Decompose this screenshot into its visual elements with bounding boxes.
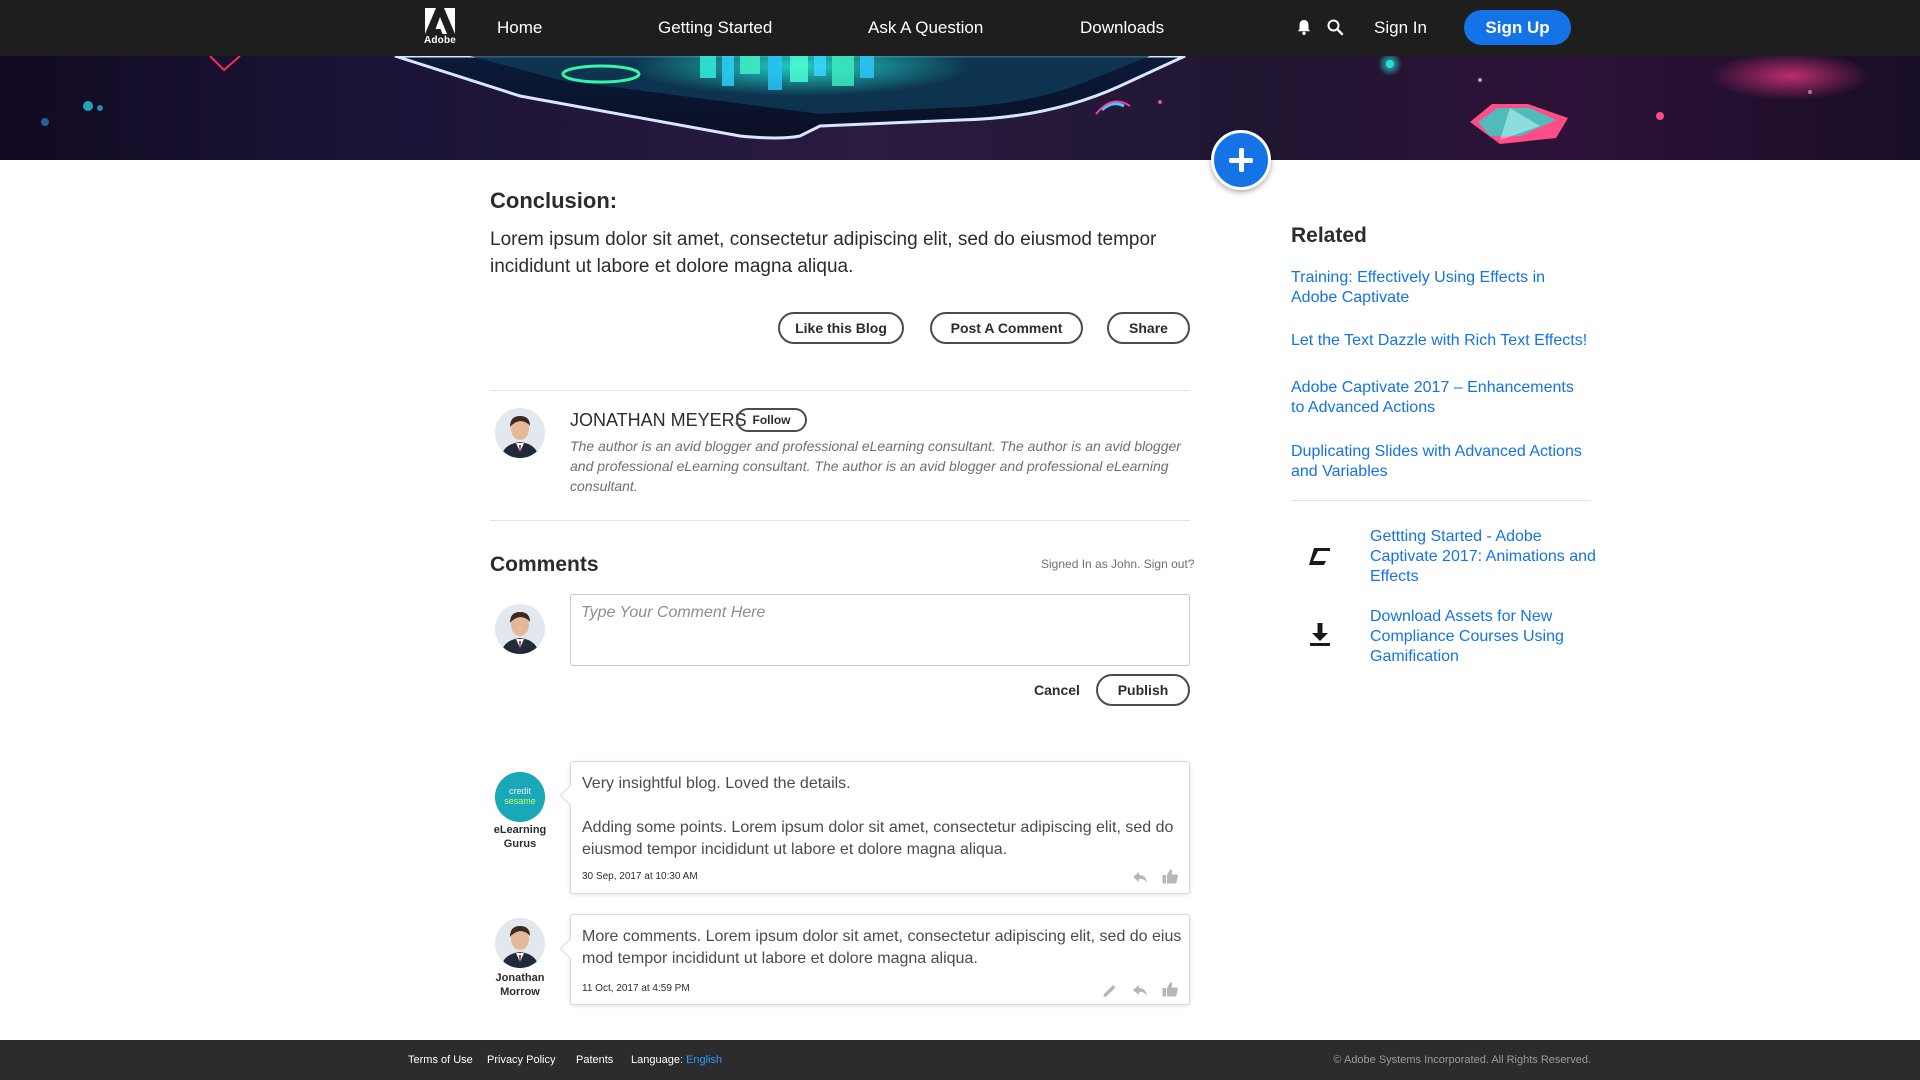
language-value-link[interactable]: English <box>686 1054 722 1066</box>
person-avatar-icon <box>495 918 545 968</box>
resource-link[interactable]: Download Assets for New Compliance Cours… <box>1370 607 1596 667</box>
comment-input[interactable] <box>570 594 1190 666</box>
svg-text:sesame: sesame <box>504 796 536 806</box>
divider <box>1291 500 1591 501</box>
footer: Terms of Use Privacy Policy Patents Lang… <box>0 1040 1920 1080</box>
comment-text: Adding some points. Lorem ipsum dolor si… <box>582 819 1174 858</box>
copyright-text: © Adobe Systems Incorporated. All Rights… <box>1333 1054 1591 1066</box>
add-plus-button[interactable] <box>1211 130 1271 190</box>
signed-in-status-link[interactable]: Signed In as John. Sign out? <box>1041 557 1194 571</box>
current-user-avatar <box>495 604 545 654</box>
conclusion-paragraph: Lorem ipsum dolor sit amet, consectetur … <box>490 229 1157 277</box>
comments-heading: Comments <box>490 553 599 576</box>
author-avatar <box>495 408 545 458</box>
comment-date: 11 Oct, 2017 at 4:59 PM <box>582 983 690 994</box>
comment-text: More comments. Lorem ipsum dolor sit ame… <box>582 928 1182 967</box>
cancel-button[interactable]: Cancel <box>1034 682 1080 698</box>
resource-link[interactable]: Gettting Started - Adobe Captivate 2017:… <box>1370 527 1596 587</box>
search-icon[interactable] <box>1326 18 1344 36</box>
divider <box>490 520 1190 521</box>
footer-link-terms-of-use[interactable]: Terms of Use <box>408 1054 473 1066</box>
adobe-logo-text: Adobe <box>423 35 457 46</box>
thumbs-up-icon[interactable] <box>1161 980 1179 998</box>
related-link[interactable]: Duplicating Slides with Advanced Actions… <box>1291 442 1591 482</box>
hero-banner-image <box>0 56 1920 160</box>
comment-date: 30 Sep, 2017 at 10:30 AM <box>582 871 698 882</box>
comment-card: More comments. Lorem ipsum dolor sit ame… <box>570 914 1190 1005</box>
related-link[interactable]: Training: Effectively Using Effects in A… <box>1291 268 1591 308</box>
share-button[interactable]: Share <box>1107 312 1190 344</box>
person-avatar-icon <box>495 604 545 654</box>
top-navigation-bar: Adobe Home Getting Started Ask A Questio… <box>0 0 1920 56</box>
post-a-comment-button[interactable]: Post A Comment <box>930 312 1083 344</box>
sign-in-link[interactable]: Sign In <box>1374 18 1427 38</box>
eraser-icon <box>1309 548 1330 565</box>
footer-link-privacy-policy[interactable]: Privacy Policy <box>487 1054 555 1066</box>
bell-icon[interactable] <box>1295 18 1313 36</box>
footer-link-patents[interactable]: Patents <box>576 1054 613 1066</box>
divider <box>490 390 1190 391</box>
nav-link-getting-started[interactable]: Getting Started <box>658 18 772 38</box>
credit-sesame-logo: credit sesame <box>495 772 545 822</box>
reply-icon[interactable] <box>1131 981 1149 999</box>
related-heading: Related <box>1291 224 1367 247</box>
svg-text:credit: credit <box>509 786 532 796</box>
edit-pencil-icon[interactable] <box>1101 981 1119 999</box>
commenter-name: Jonathan Morrow <box>495 972 545 998</box>
author-bio: The author is an avid blogger and profes… <box>570 438 1181 494</box>
follow-button[interactable]: Follow <box>736 408 807 432</box>
commenter-avatar <box>495 918 545 968</box>
publish-button[interactable]: Publish <box>1096 674 1190 706</box>
comment-text: Very insightful blog. Loved the details. <box>582 775 851 792</box>
adobe-logo-icon <box>425 8 455 34</box>
related-link[interactable]: Adobe Captivate 2017 – Enhancements to A… <box>1291 378 1591 418</box>
nav-link-home[interactable]: Home <box>497 18 542 38</box>
commenter-avatar: credit sesame <box>495 772 545 822</box>
commenter-name: eLearning Gurus <box>493 824 547 850</box>
related-link[interactable]: Let the Text Dazzle with Rich Text Effec… <box>1291 331 1591 351</box>
adobe-logo[interactable]: Adobe <box>423 8 457 50</box>
person-avatar-icon <box>495 408 545 458</box>
author-name: JONATHAN MEYERS <box>570 410 747 430</box>
thumbs-up-icon[interactable] <box>1161 867 1179 885</box>
language-selector: Language: English <box>631 1054 722 1066</box>
nav-link-downloads[interactable]: Downloads <box>1080 18 1164 38</box>
conclusion-heading: Conclusion: <box>490 188 618 213</box>
language-label: Language: <box>631 1054 683 1066</box>
reply-icon[interactable] <box>1131 868 1149 886</box>
nav-link-ask-a-question[interactable]: Ask A Question <box>868 18 983 38</box>
comment-card: Very insightful blog. Loved the details.… <box>570 761 1190 894</box>
banner-artwork <box>41 56 1870 144</box>
sign-up-button[interactable]: Sign Up <box>1464 10 1571 45</box>
like-this-blog-button[interactable]: Like this Blog <box>778 312 904 344</box>
download-icon <box>1310 623 1330 646</box>
